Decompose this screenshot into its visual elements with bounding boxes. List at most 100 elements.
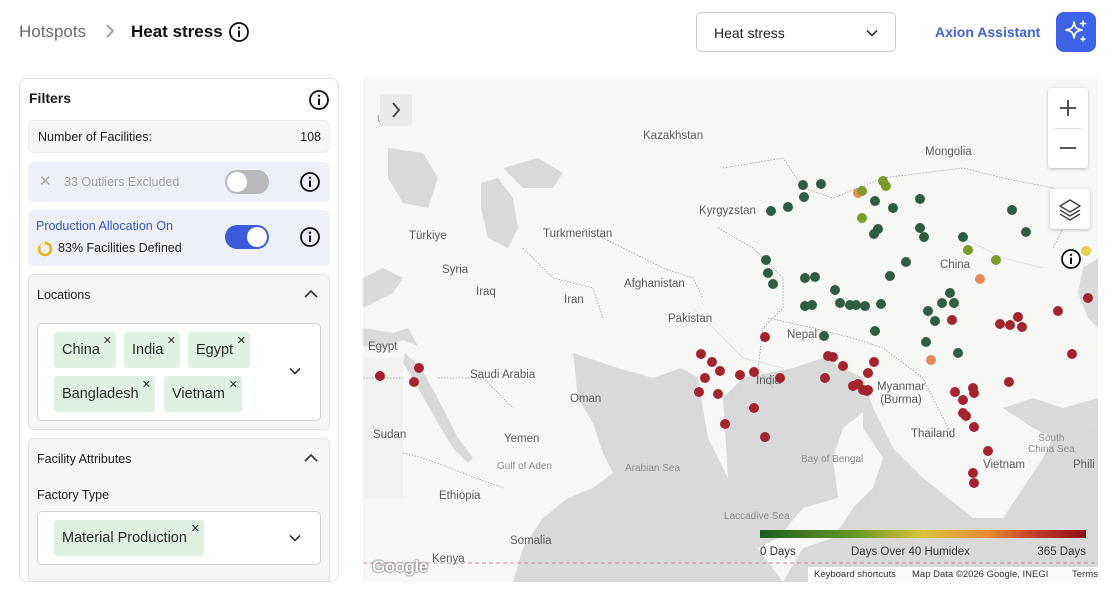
remove-chip-icon[interactable]: ✕	[103, 334, 112, 347]
facility-marker[interactable]	[888, 203, 898, 213]
chevron-down-icon[interactable]	[288, 531, 302, 550]
facility-marker[interactable]	[995, 319, 1005, 329]
facility-marker[interactable]	[820, 373, 830, 383]
facility-marker[interactable]	[1081, 246, 1091, 256]
facility-marker[interactable]	[923, 306, 933, 316]
facility-marker[interactable]	[768, 279, 778, 289]
allocation-toggle[interactable]	[225, 225, 269, 249]
facility-marker[interactable]	[983, 446, 993, 456]
facility-marker[interactable]	[863, 368, 873, 378]
facility-marker[interactable]	[775, 373, 785, 383]
facility-marker[interactable]	[968, 468, 978, 478]
chevron-up-icon[interactable]	[303, 451, 319, 470]
facility-marker[interactable]	[862, 386, 872, 396]
facility-marker[interactable]	[958, 395, 968, 405]
facility-marker[interactable]	[830, 285, 840, 295]
chevron-down-icon[interactable]	[288, 364, 302, 383]
facility-marker[interactable]	[1053, 306, 1063, 316]
facility-marker[interactable]	[876, 299, 886, 309]
facility-marker[interactable]	[961, 411, 971, 421]
facility-marker[interactable]	[857, 186, 867, 196]
facility-marker[interactable]	[835, 298, 845, 308]
facility-marker[interactable]	[761, 255, 771, 265]
facility-marker[interactable]	[991, 255, 1001, 265]
facility-marker[interactable]	[947, 315, 957, 325]
remove-chip-icon[interactable]: ✕	[167, 334, 176, 347]
facility-marker[interactable]	[807, 300, 817, 310]
assistant-button[interactable]	[1056, 12, 1096, 52]
facility-marker[interactable]	[921, 337, 931, 347]
facility-marker[interactable]	[937, 298, 947, 308]
facility-marker[interactable]	[375, 371, 385, 381]
remove-chip-icon[interactable]: ✕	[191, 522, 200, 535]
facility-marker[interactable]	[800, 273, 810, 283]
facility-marker[interactable]	[1005, 320, 1015, 330]
zoom-in-icon[interactable]	[1048, 88, 1088, 128]
facility-marker[interactable]	[798, 180, 808, 190]
facility-marker[interactable]	[1007, 205, 1017, 215]
facility-marker[interactable]	[1021, 227, 1031, 237]
info-icon[interactable]	[299, 226, 321, 253]
facility-marker[interactable]	[870, 326, 880, 336]
facility-marker[interactable]	[945, 288, 955, 298]
info-icon[interactable]	[1060, 248, 1082, 275]
facility-marker[interactable]	[930, 316, 940, 326]
facility-marker[interactable]	[763, 268, 773, 278]
info-icon[interactable]	[308, 89, 330, 116]
hotspot-map[interactable]: Kazakhstan Mongolia Kyrgyzstan Turkmenis…	[363, 78, 1098, 582]
facility-marker[interactable]	[707, 357, 717, 367]
facility-marker[interactable]	[715, 366, 725, 376]
facility-marker[interactable]	[816, 179, 826, 189]
facility-marker[interactable]	[700, 373, 710, 383]
facility-marker[interactable]	[870, 196, 880, 206]
facility-marker[interactable]	[749, 403, 759, 413]
facility-marker[interactable]	[696, 349, 706, 359]
info-icon[interactable]	[299, 171, 321, 198]
facility-marker[interactable]	[845, 300, 855, 310]
facility-marker[interactable]	[760, 432, 770, 442]
facility-marker[interactable]	[869, 229, 879, 239]
facility-marker[interactable]	[749, 367, 759, 377]
facility-marker[interactable]	[760, 332, 770, 342]
info-icon[interactable]	[228, 21, 250, 48]
facility-marker[interactable]	[838, 361, 848, 371]
facility-marker[interactable]	[926, 355, 936, 365]
facility-marker[interactable]	[857, 213, 867, 223]
facility-marker[interactable]	[885, 271, 895, 281]
facility-marker[interactable]	[919, 232, 929, 242]
layers-button[interactable]	[1050, 189, 1090, 229]
facility-marker[interactable]	[828, 352, 838, 362]
facility-marker[interactable]	[799, 192, 809, 202]
facility-marker[interactable]	[735, 370, 745, 380]
facility-marker[interactable]	[819, 331, 829, 341]
facility-marker[interactable]	[713, 389, 723, 399]
facility-marker[interactable]	[860, 301, 870, 311]
assistant-link[interactable]: Axion Assistant	[935, 24, 1040, 40]
facility-marker[interactable]	[783, 202, 793, 212]
breadcrumb-hotspots[interactable]: Hotspots	[19, 22, 86, 42]
chevron-up-icon[interactable]	[303, 287, 319, 306]
facility-marker[interactable]	[869, 357, 879, 367]
facility-marker[interactable]	[969, 388, 979, 398]
facility-marker[interactable]	[949, 298, 959, 308]
facility-marker[interactable]	[1067, 349, 1077, 359]
facility-marker[interactable]	[881, 181, 891, 191]
facility-marker[interactable]	[1004, 377, 1014, 387]
outliers-toggle[interactable]	[225, 170, 269, 194]
facility-marker[interactable]	[1013, 312, 1023, 322]
facility-marker[interactable]	[720, 419, 730, 429]
facility-marker[interactable]	[975, 274, 985, 284]
facility-marker[interactable]	[958, 232, 968, 242]
facility-marker[interactable]	[969, 422, 979, 432]
facility-marker[interactable]	[963, 245, 973, 255]
facility-marker[interactable]	[1083, 293, 1093, 303]
facility-marker[interactable]	[409, 377, 419, 387]
factory-type-multiselect[interactable]: Material Production ✕	[37, 511, 321, 565]
facility-marker[interactable]	[901, 257, 911, 267]
facility-marker[interactable]	[810, 272, 820, 282]
facility-marker[interactable]	[694, 387, 704, 397]
locations-multiselect[interactable]: China ✕ India ✕ Egypt ✕ Bangladesh ✕ Vie…	[37, 323, 321, 421]
metric-select[interactable]: Heat stress	[696, 12, 896, 52]
keyboard-shortcuts-link[interactable]: Keyboard shortcuts	[814, 569, 896, 580]
remove-chip-icon[interactable]: ✕	[229, 378, 238, 391]
